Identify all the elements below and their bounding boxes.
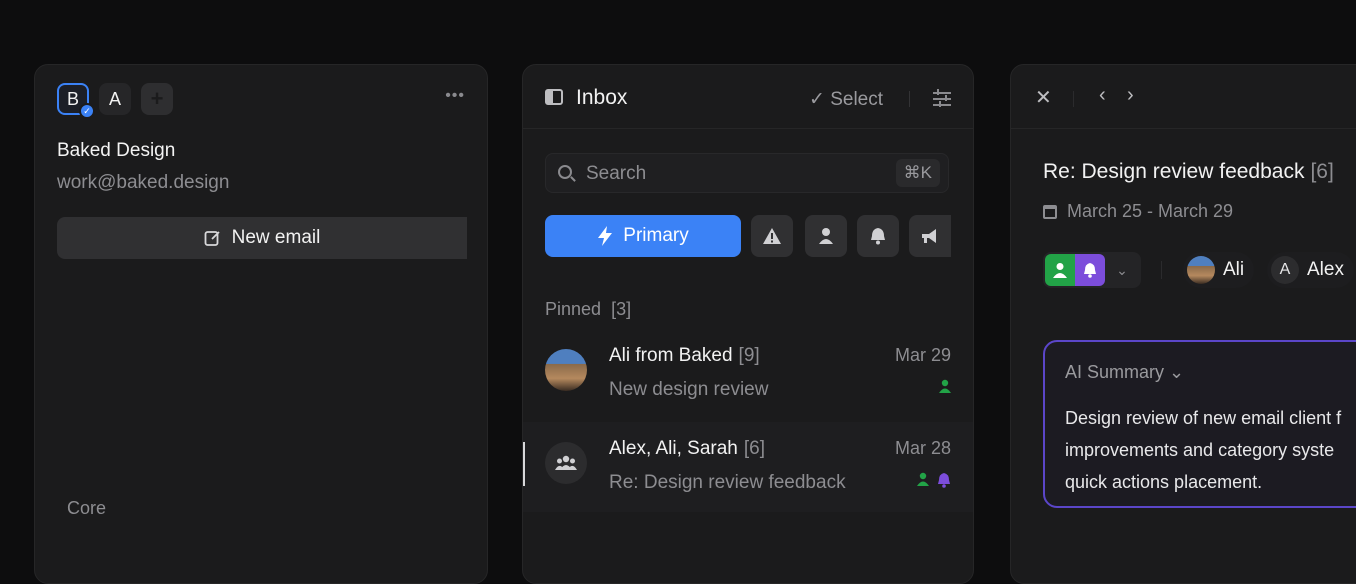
- participant-ali[interactable]: Ali: [1183, 252, 1255, 288]
- selection-indicator: [523, 442, 525, 486]
- bell-label-icon: [1075, 254, 1105, 286]
- header-divider: [1073, 91, 1074, 107]
- chevron-down-icon: ⌄: [1169, 362, 1185, 382]
- ai-summary-card: AI Summary ⌄ Design review of new email …: [1043, 340, 1356, 508]
- thread-panel: ✕ ‹ › Re: Design review feedback [6] Marc…: [1010, 64, 1356, 584]
- more-options-icon[interactable]: •••: [445, 87, 465, 105]
- person-icon: [819, 228, 833, 244]
- plus-icon: +: [150, 86, 164, 111]
- thread-subject: New design review: [609, 379, 769, 400]
- inbox-panel: Inbox ✓ Select Search ⌘K Primary Pinned …: [522, 64, 974, 584]
- new-email-button[interactable]: New email: [57, 217, 467, 259]
- group-icon: [555, 455, 577, 470]
- select-button[interactable]: ✓ Select: [809, 88, 883, 111]
- bell-tag-icon: [938, 473, 950, 488]
- selected-check-icon: ✓: [79, 103, 95, 119]
- header-divider: [909, 91, 910, 107]
- participants-divider: [1161, 261, 1162, 279]
- thread-date: Mar 28: [894, 438, 951, 458]
- thread-subject: Re: Design review feedback: [609, 472, 846, 493]
- thread-tags: [917, 472, 951, 488]
- core-section-label: Core: [67, 498, 107, 518]
- chevron-left-icon[interactable]: ‹: [1099, 84, 1106, 107]
- primary-category-button[interactable]: Primary: [545, 215, 741, 257]
- thread-sender: Ali from Baked [9]: [609, 345, 760, 366]
- lightning-icon: [598, 226, 613, 246]
- compose-icon: [204, 231, 220, 246]
- chevron-down-icon: ⌄: [1116, 261, 1128, 278]
- megaphone-icon: [922, 229, 936, 243]
- accounts-panel: B ✓ A + ••• Baked Design work@baked.desi…: [34, 64, 488, 584]
- thread-tags: [939, 379, 951, 393]
- sidebar-toggle-icon[interactable]: [545, 89, 563, 105]
- close-icon[interactable]: ✕: [1035, 85, 1052, 110]
- inbox-header: Inbox ✓ Select: [523, 65, 973, 129]
- group-avatar: [545, 442, 587, 484]
- person-tag-icon: [939, 379, 951, 393]
- thread-title: Re: Design review feedback [6]: [1043, 160, 1334, 183]
- person-label-icon: [1045, 254, 1075, 286]
- thread-sender: Alex, Ali, Sarah [6]: [609, 438, 765, 459]
- avatar: [545, 349, 587, 391]
- thread-date-range: March 25 - March 29: [1043, 201, 1233, 222]
- account-email: work@baked.design: [57, 172, 230, 193]
- ai-summary-text: Design review of new email client f impr…: [1065, 408, 1342, 492]
- thread-row-selected[interactable]: Alex, Ali, Sarah [6] Mar 28 Re: Design re…: [523, 422, 973, 512]
- filter-settings-icon[interactable]: [933, 89, 951, 107]
- add-account-button[interactable]: +: [141, 83, 173, 115]
- avatar: A: [1271, 256, 1299, 284]
- calendar-icon: [1043, 204, 1057, 219]
- search-placeholder: Search: [586, 163, 647, 184]
- search-input[interactable]: Search ⌘K: [545, 153, 949, 193]
- category-notifications-button[interactable]: [857, 215, 899, 257]
- thread-date: Mar 29: [894, 345, 951, 365]
- thread-row[interactable]: Ali from Baked [9] Mar 29 New design revi…: [523, 329, 973, 419]
- avatar: [1187, 256, 1215, 284]
- category-promotions-button[interactable]: [909, 215, 951, 257]
- chevron-right-icon[interactable]: ›: [1127, 84, 1134, 107]
- thread-header: ✕ ‹ ›: [1011, 65, 1356, 129]
- category-person-button[interactable]: [805, 215, 847, 257]
- account-name: Baked Design: [57, 140, 176, 161]
- category-warning-button[interactable]: [751, 215, 793, 257]
- ai-summary-toggle[interactable]: AI Summary ⌄: [1065, 362, 1184, 383]
- warning-icon: [763, 228, 781, 244]
- participant-alex[interactable]: A Alex: [1267, 252, 1354, 288]
- thread-labels-dropdown[interactable]: ⌄: [1043, 252, 1141, 288]
- person-tag-icon: [917, 472, 929, 486]
- account-switch-a[interactable]: A: [99, 83, 131, 115]
- pinned-section-label: Pinned [3]: [545, 299, 632, 319]
- search-shortcut-badge: ⌘K: [895, 159, 940, 187]
- inbox-title: Inbox: [576, 86, 628, 109]
- bell-icon: [871, 228, 885, 245]
- search-icon: [558, 165, 572, 179]
